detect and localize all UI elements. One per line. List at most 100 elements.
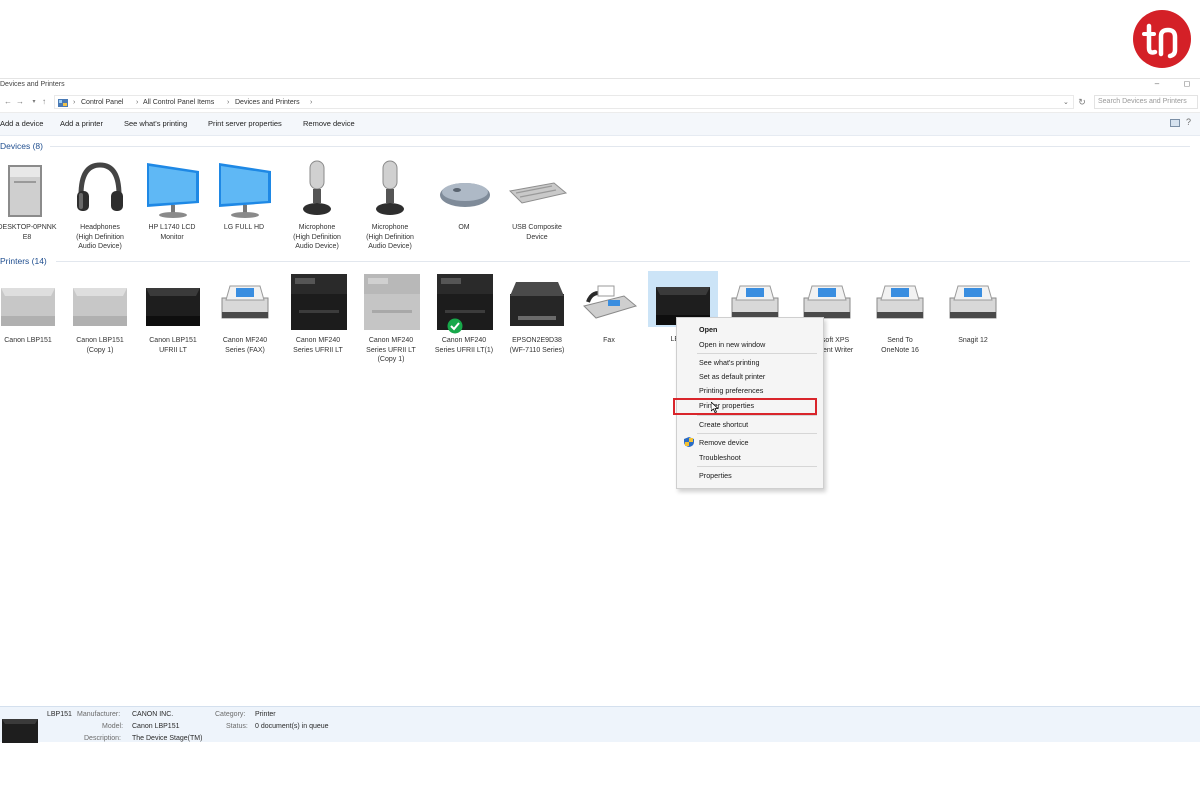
menu-item-create-shortcut[interactable]: Create shortcut [699,420,748,429]
printer-item[interactable]: Canon MF240 Series UFRII LT(1) [429,272,499,355]
menu-separator [697,466,817,467]
details-model-label: Model: [102,723,124,730]
mfp-black-icon [287,272,349,334]
remove-device-button[interactable]: Remove device [303,119,355,128]
details-category-value: Printer [255,711,276,718]
inkjet-icon [506,272,568,334]
printer-generic-icon [942,272,1004,334]
change-view-icon[interactable] [1170,119,1180,127]
menu-item-printer-properties[interactable]: Printer properties [699,401,754,410]
breadcrumb-separator-icon: › [227,99,230,106]
details-status-value: 0 document(s) in queue [255,723,329,730]
menu-item-open[interactable]: Open [699,325,717,334]
details-status-label: Status: [226,723,248,730]
menu-separator [697,353,817,354]
device-item[interactable]: DESKTOP-0PNNK E8 [0,159,62,242]
details-model-value: Canon LBP151 [132,723,180,730]
printer-item[interactable]: EPSON2E9D38 (WF-7110 Series) [502,272,572,355]
menu-item-set-as-default-printer[interactable]: Set as default printer [699,372,765,381]
breadcrumb-separator-icon: › [73,99,76,106]
uac-shield-icon [684,437,694,447]
details-pane: LBP151 Manufacturer: CANON INC. Model: C… [0,706,1200,743]
breadcrumb-separator-icon: › [136,99,139,106]
device-item[interactable]: Microphone (High Definition Audio Device… [355,159,425,252]
device-item[interactable]: OM [429,159,499,233]
mfp-grey-icon [360,272,422,334]
see-whats-printing-button[interactable]: See what's printing [124,119,187,128]
device-item[interactable]: USB Composite Device [502,159,572,242]
device-item[interactable]: HP L1740 LCD Monitor [137,159,207,242]
logo-glyph-icon [1142,23,1178,59]
minimize-button[interactable]: – [1150,79,1164,91]
printer-label: Canon MF240 Series UFRII LT (Copy 1) [366,337,416,363]
breadcrumb[interactable]: › Control Panel › All Control Panel Item… [54,95,1074,109]
device-label: HP L1740 LCD Monitor [148,224,196,241]
forward-arrow-icon[interactable]: → [14,95,26,109]
add-device-button[interactable]: Add a device [0,119,43,128]
control-panel-icon [58,99,68,107]
details-description-label: Description: [84,735,121,742]
keyboard-icon [506,159,568,221]
menu-item-open-in-new-window[interactable]: Open in new window [699,340,765,349]
print-server-properties-button[interactable]: Print server properties [208,119,282,128]
fax-icon [578,272,640,334]
back-arrow-icon[interactable]: ← [2,95,14,109]
window-title: Devices and Printers [0,81,65,88]
device-label: Microphone (High Definition Audio Device… [293,224,341,250]
printer-item[interactable]: Send To OneNote 16 [865,272,935,355]
printer-item[interactable]: Canon LBP151 (Copy 1) [65,272,135,355]
add-printer-button[interactable]: Add a printer [60,119,103,128]
device-item[interactable]: Microphone (High Definition Audio Device… [282,159,352,252]
printer-grey-icon [69,272,131,334]
menu-separator [697,415,817,416]
monitor-icon [141,159,203,221]
printer-item[interactable]: Canon LBP151 [0,272,63,346]
printer-label: Fax [603,337,615,344]
breadcrumb-control-panel[interactable]: Control Panel [81,96,123,110]
breadcrumb-devices-and-printers[interactable]: Devices and Printers [235,96,300,110]
details-manufacturer-value: CANON INC. [132,711,174,718]
details-device-name: LBP151 [47,711,72,718]
refresh-icon[interactable]: ↻ [1076,95,1088,109]
printer-label: Canon LBP151 [4,337,52,344]
address-row: ← → ▾ ↑ › Control Panel › All Control Pa… [0,94,1200,113]
device-item[interactable]: LG FULL HD [209,159,279,233]
printer-generic-icon [214,272,276,334]
title-bar: Devices and Printers [0,79,1200,93]
printer-item[interactable]: Fax [574,272,644,346]
printer-label: Canon LBP151 UFRII LT [149,337,197,354]
printer-item[interactable]: Snagit 12 [938,272,1008,346]
up-arrow-icon[interactable]: ↑ [38,95,50,109]
microphone-icon [359,159,421,221]
address-dropdown-chevron-icon[interactable]: ⌄ [1063,96,1069,110]
menu-item-remove-device[interactable]: Remove device [699,438,749,447]
device-item[interactable]: Headphones (High Definition Audio Device… [65,159,135,252]
menu-item-troubleshoot[interactable]: Troubleshoot [699,453,741,462]
menu-item-properties[interactable]: Properties [699,471,732,480]
printer-item[interactable]: Canon MF240 Series (FAX) [210,272,280,355]
menu-item-printing-preferences[interactable]: Printing preferences [699,386,763,395]
printer-item[interactable]: Canon MF240 Series UFRII LT (Copy 1) [356,272,426,365]
printer-item[interactable]: Canon LBP151 UFRII LT [138,272,208,355]
maximize-button[interactable]: ◻ [1180,79,1194,91]
devices-header[interactable]: Devices (8) [0,141,43,151]
breadcrumb-separator-icon: › [310,99,313,106]
menu-item-see-whats-printing[interactable]: See what's printing [699,358,760,367]
printer-label: Snagit 12 [958,337,988,344]
brand-logo [1133,10,1191,68]
help-icon[interactable]: ? [1186,117,1196,129]
mfp-black-default-icon [433,272,495,334]
details-manufacturer-label: Manufacturer: [77,711,121,718]
breadcrumb-all-control-panel-items[interactable]: All Control Panel Items [143,96,214,110]
device-label: OM [458,224,470,231]
printer-black-icon [142,272,204,334]
headphones-icon [69,159,131,221]
printer-item[interactable]: Canon MF240 Series UFRII LT [283,272,353,355]
microphone-icon [286,159,348,221]
search-input[interactable]: Search Devices and Printers [1094,95,1198,109]
printers-header[interactable]: Printers (14) [0,256,47,266]
section-divider [56,261,1190,262]
printer-label: Canon LBP151 (Copy 1) [76,337,124,354]
device-label: USB Composite Device [512,224,562,241]
device-label: DESKTOP-0PNNK E8 [0,224,57,241]
